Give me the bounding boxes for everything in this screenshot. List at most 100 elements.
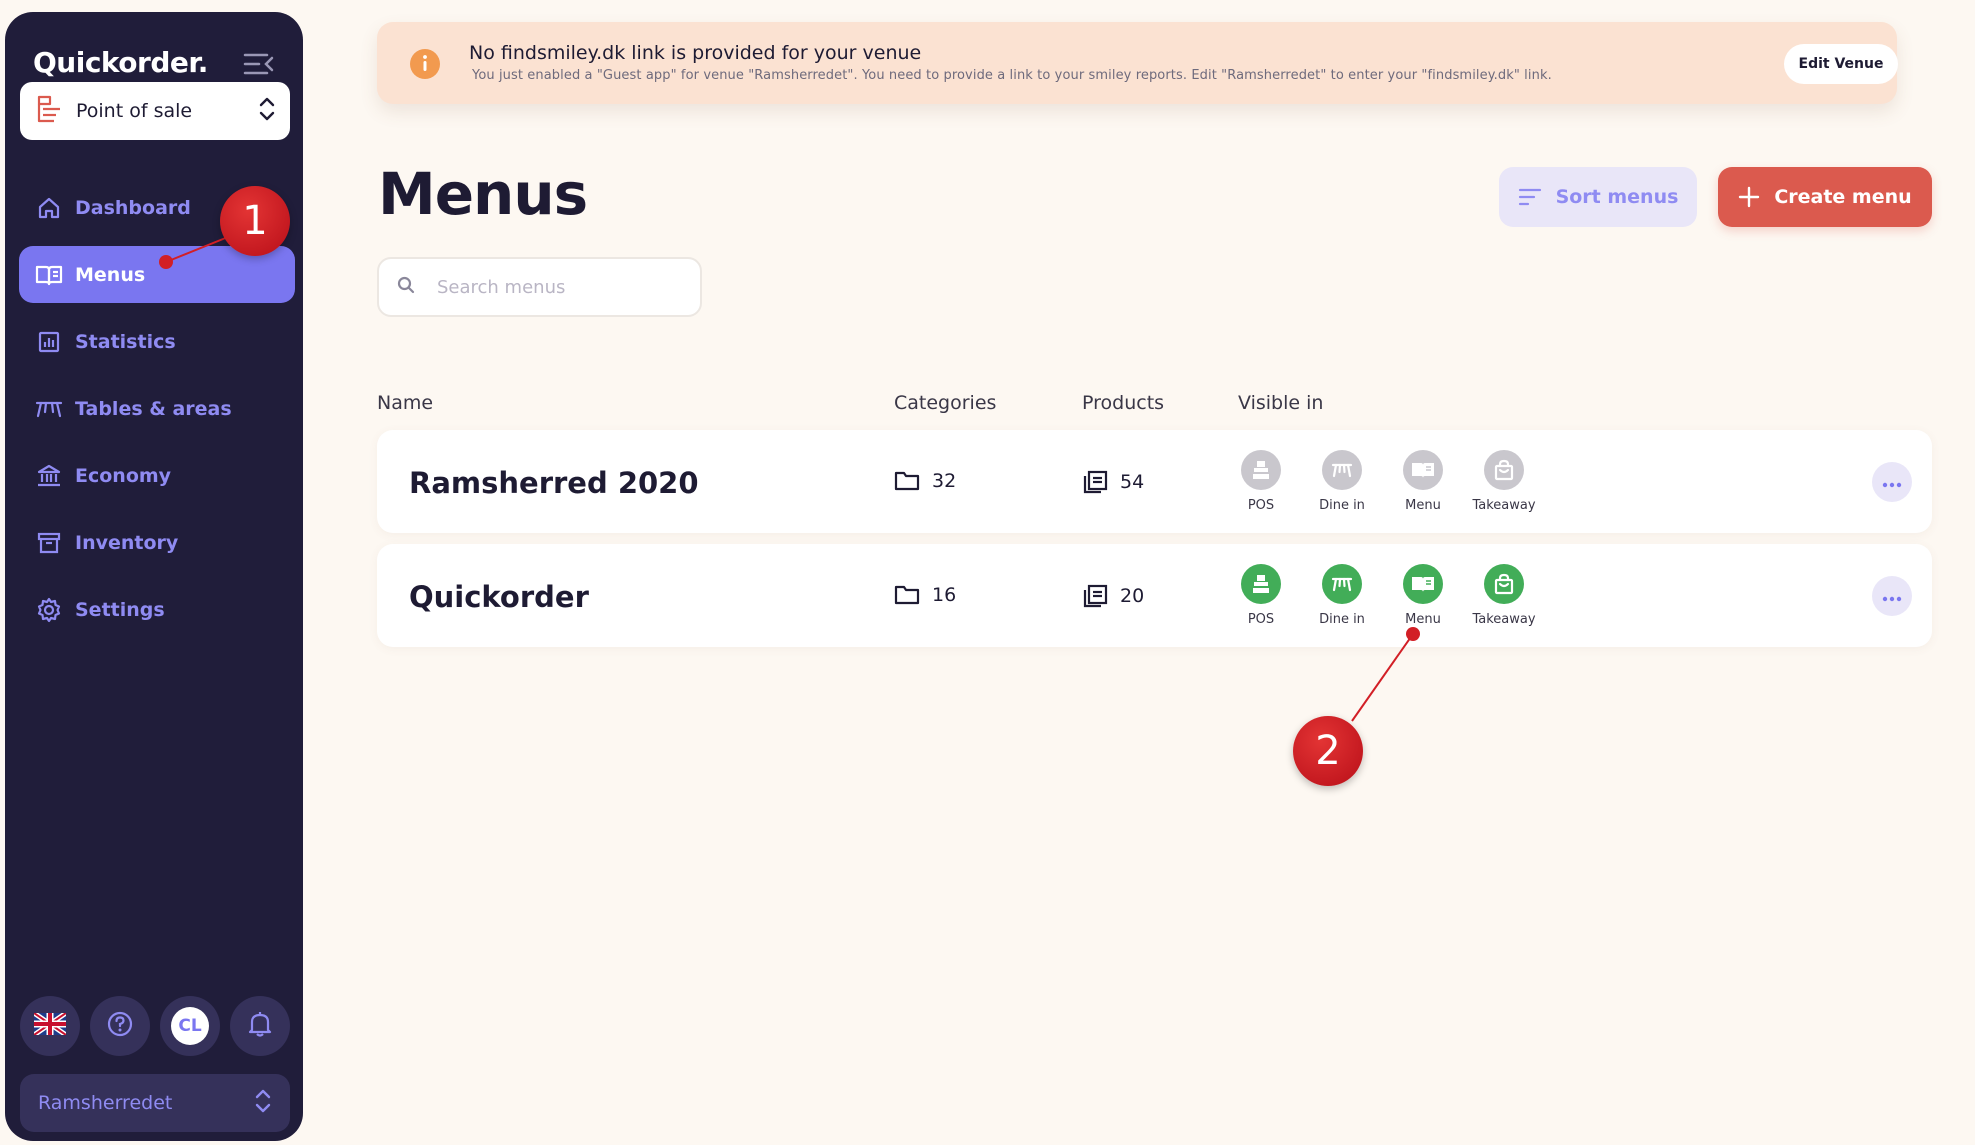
book-icon: [35, 261, 63, 289]
channel-pos[interactable]: POS: [1221, 564, 1301, 627]
channel-label: POS: [1247, 498, 1275, 513]
channel-menu[interactable]: Menu: [1383, 450, 1463, 513]
channel-takeaway[interactable]: Takeaway: [1464, 450, 1544, 513]
channel-label: POS: [1247, 612, 1275, 627]
channel-dine-in[interactable]: Dine in: [1302, 450, 1382, 513]
channel-label: Takeaway: [1472, 612, 1536, 627]
categories-count: 16: [894, 584, 956, 606]
sidebar-item-label: Dashboard: [75, 196, 191, 219]
table-icon: [1322, 564, 1362, 604]
categories-value: 32: [932, 470, 957, 492]
create-menu-label: Create menu: [1774, 186, 1912, 208]
folder-icon: [894, 584, 920, 606]
channel-takeaway[interactable]: Takeaway: [1464, 564, 1544, 627]
sidebar-item-label: Inventory: [75, 531, 179, 554]
sidebar-item-label: Statistics: [75, 330, 176, 353]
row-more-button[interactable]: [1872, 462, 1912, 502]
column-header-name: Name: [377, 392, 434, 414]
venue-select-label: Ramsherredet: [38, 1092, 173, 1114]
sort-menus-button[interactable]: Sort menus: [1499, 167, 1697, 227]
gear-icon: [35, 596, 63, 624]
menu-row[interactable]: Ramsherred 2020 32 54 POS Dine in Menu T…: [377, 430, 1932, 533]
table-icon: [1322, 450, 1362, 490]
pos-terminal-icon: [1241, 564, 1281, 604]
products-count: 54: [1082, 470, 1144, 494]
venue-select[interactable]: Ramsherredet: [20, 1074, 290, 1132]
sort-menus-label: Sort menus: [1555, 186, 1679, 208]
plus-icon: [1738, 186, 1760, 208]
channel-label: Takeaway: [1472, 498, 1536, 513]
column-header-products: Products: [1082, 392, 1165, 414]
edit-venue-button[interactable]: Edit Venue: [1784, 44, 1898, 84]
products-icon: [1082, 584, 1108, 608]
categories-count: 32: [894, 470, 956, 492]
sidebar-item-economy[interactable]: Economy: [19, 447, 295, 504]
sidebar-item-settings[interactable]: Settings: [19, 581, 295, 638]
search-input[interactable]: [437, 276, 677, 298]
column-header-visible-in: Visible in: [1238, 392, 1324, 414]
products-icon: [1082, 470, 1108, 494]
sidebar-item-label: Settings: [75, 598, 165, 621]
pos-terminal-icon: [34, 94, 64, 128]
shopping-bag-icon: [1484, 450, 1524, 490]
book-icon: [1403, 450, 1443, 490]
collapse-sidebar-icon[interactable]: [241, 50, 275, 78]
menu-name: Quickorder: [409, 580, 589, 614]
create-menu-button[interactable]: Create menu: [1718, 167, 1932, 227]
sidebar-item-inventory[interactable]: Inventory: [19, 514, 295, 571]
book-icon: [1403, 564, 1443, 604]
sidebar-item-label: Tables & areas: [75, 397, 232, 420]
bank-icon: [35, 462, 63, 490]
shopping-bag-icon: [1484, 564, 1524, 604]
table-icon: [35, 395, 63, 423]
row-more-button[interactable]: [1872, 576, 1912, 616]
banner-title: No findsmiley.dk link is provided for yo…: [469, 42, 922, 64]
notifications-button[interactable]: [230, 996, 290, 1056]
menu-name: Ramsherred 2020: [409, 466, 699, 500]
products-value: 20: [1120, 585, 1145, 607]
help-icon: [106, 1010, 134, 1042]
sidebar-item-label: Economy: [75, 464, 172, 487]
annotation-marker-2: 2: [1293, 716, 1363, 786]
home-icon: [35, 194, 63, 222]
chevron-updown-icon: [254, 1088, 272, 1119]
mode-select[interactable]: Point of sale: [20, 82, 290, 140]
sidebar-item-statistics[interactable]: Statistics: [19, 313, 295, 370]
products-count: 20: [1082, 584, 1144, 608]
brand-logo: Quickorder.: [33, 46, 208, 79]
annotation-marker-1: 1: [220, 186, 290, 256]
products-value: 54: [1120, 471, 1145, 493]
findsmiley-warning-banner: No findsmiley.dk link is provided for yo…: [377, 22, 1898, 104]
search-icon: [397, 276, 415, 298]
channel-label: Menu: [1405, 498, 1441, 513]
channel-menu[interactable]: Menu: [1383, 564, 1463, 627]
user-avatar-button[interactable]: CL: [160, 996, 220, 1056]
archive-icon: [35, 529, 63, 557]
channel-dine-in[interactable]: Dine in: [1302, 564, 1382, 627]
bell-icon: [247, 1010, 273, 1042]
uk-flag-icon: [32, 1010, 68, 1039]
folder-icon: [894, 470, 920, 492]
more-horizontal-icon: [1882, 587, 1902, 606]
page-title: Menus: [378, 160, 588, 228]
pos-terminal-icon: [1241, 450, 1281, 490]
chevron-updown-icon: [258, 96, 276, 126]
categories-value: 16: [932, 584, 957, 606]
chart-icon: [35, 328, 63, 356]
language-button[interactable]: [20, 996, 80, 1056]
avatar: CL: [171, 1007, 209, 1045]
channel-label: Dine in: [1319, 612, 1365, 627]
sidebar-item-tables-areas[interactable]: Tables & areas: [19, 380, 295, 437]
column-header-categories: Categories: [894, 392, 997, 414]
mode-select-label: Point of sale: [76, 100, 193, 122]
sidebar-item-label: Menus: [75, 263, 146, 286]
info-icon: [409, 48, 441, 84]
channel-label: Dine in: [1319, 498, 1365, 513]
sidebar-footer-actions: CL: [20, 996, 290, 1056]
banner-description: You just enabled a "Guest app" for venue…: [472, 68, 1552, 83]
search-box: [377, 257, 702, 317]
channel-pos[interactable]: POS: [1221, 450, 1301, 513]
menu-row[interactable]: Quickorder 16 20 POS Dine in Menu Takeaw…: [377, 544, 1932, 647]
sidebar: Quickorder. Point of sale Dashboard Menu…: [5, 12, 303, 1141]
help-button[interactable]: [90, 996, 150, 1056]
